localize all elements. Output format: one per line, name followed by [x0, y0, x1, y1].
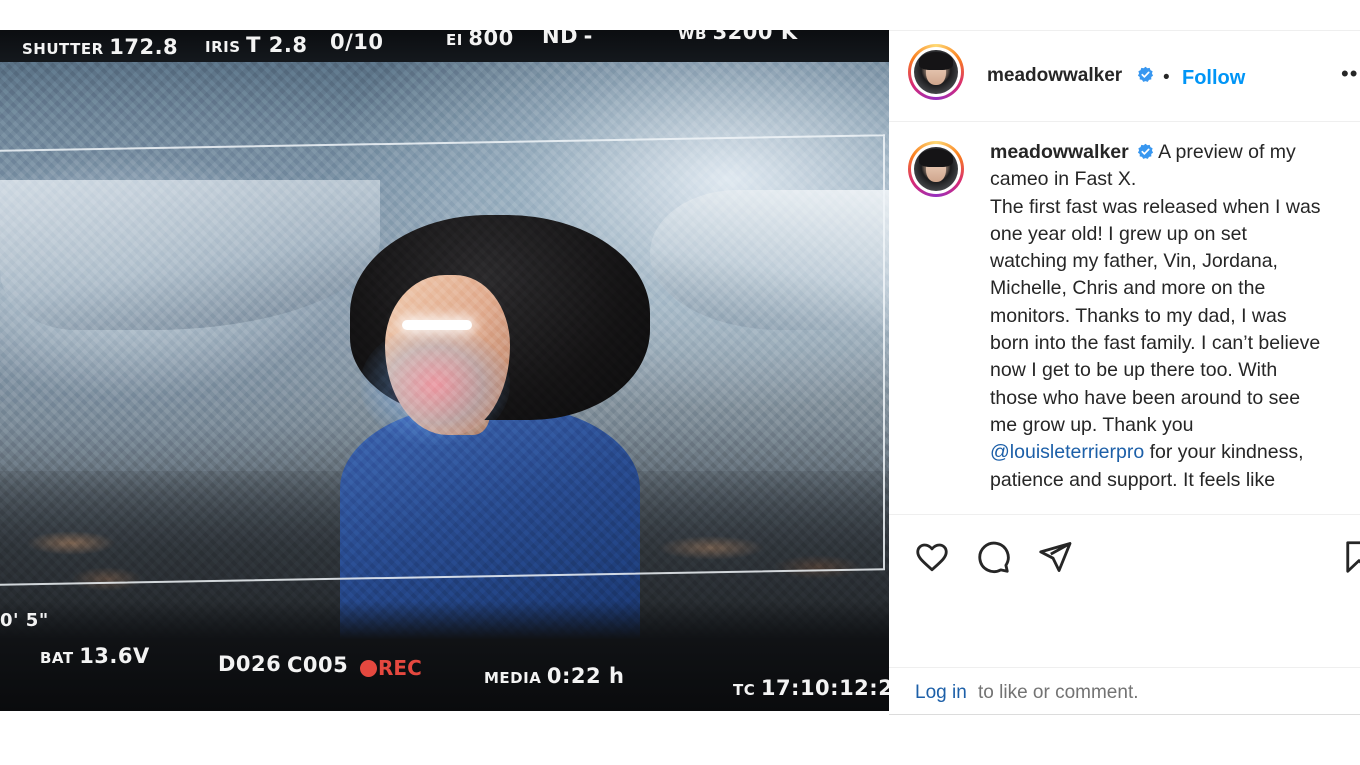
header-username[interactable]: meadowwalker	[987, 65, 1122, 87]
hud-media-value: 0:22 h	[546, 664, 625, 688]
caption-line: one year old! I grew up on set	[990, 222, 1247, 245]
hud-media: MEDIA 0:22 h	[484, 664, 624, 688]
hud-tc-value: 17:10:12:20	[760, 676, 889, 700]
caption-line: meadowwalker A preview of my	[990, 141, 1296, 163]
hud-wb-label: WB	[678, 30, 707, 43]
header-separator: •	[1163, 67, 1170, 88]
hud-iris-value: T 2.8	[246, 33, 308, 57]
hud-reel: D026	[218, 652, 282, 676]
hud-left-fragment: 0' 5"	[0, 610, 49, 631]
caption-line: Michelle, Chris and more on the	[990, 277, 1266, 300]
hud-ei-value: 800	[468, 30, 514, 50]
post-side-panel: meadowwalker • Follow •• meadowwalker A …	[889, 30, 1360, 715]
hud-iris-label: IRIS	[205, 38, 241, 56]
caption-line: born into the fast family. I can’t belie…	[990, 332, 1321, 355]
comment-button[interactable]	[975, 539, 1011, 575]
hud-iris: IRIS T 2.8	[205, 33, 307, 57]
hud-bat-value: 13.6V	[79, 644, 150, 668]
bookmark-icon	[1346, 541, 1360, 573]
hud-media-label: MEDIA	[484, 669, 542, 687]
post-actions-bar	[889, 514, 1360, 595]
caption-line: cameo in Fast X.	[990, 168, 1137, 191]
header-avatar[interactable]	[908, 44, 964, 100]
more-options-icon[interactable]: ••	[1341, 61, 1358, 87]
hud-rec-label: REC	[378, 656, 422, 680]
caption-line: those who have been around to see	[990, 386, 1301, 409]
login-prompt: Log in to like or comment.	[889, 667, 1360, 715]
hud-nd: ND -	[542, 30, 593, 48]
hud-iris-fraction: 0/10	[330, 30, 384, 54]
hud-shutter-label: SHUTTER	[22, 40, 104, 58]
caption-area: meadowwalker A preview of my cameo in Fa…	[889, 122, 1360, 514]
verified-badge-icon	[1138, 143, 1154, 159]
hud-battery: BAT 13.6V	[40, 644, 150, 668]
hud-nd-value: -	[583, 30, 593, 48]
hud-tc-label: TC	[733, 681, 756, 699]
verified-badge-icon	[1137, 66, 1154, 82]
caption-line: The first fast was released when I was	[990, 195, 1321, 218]
caption-line: watching my father, Vin, Jordana,	[990, 250, 1278, 273]
hud-nd-label: ND	[542, 30, 579, 48]
hud-bat-label: BAT	[40, 649, 74, 667]
hud-ei-label: EI	[446, 31, 463, 49]
share-button[interactable]	[1037, 539, 1073, 575]
caption-line: monitors. Thanks to my dad, I was	[990, 304, 1287, 327]
hud-wb: WB 3200 K	[678, 30, 798, 44]
hud-shutter: SHUTTER 172.8	[22, 35, 178, 59]
follow-button[interactable]: Follow	[1182, 67, 1245, 90]
rec-dot-icon	[360, 660, 377, 677]
post-media-image[interactable]: SHUTTER 172.8 IRIS T 2.8 0/10 EI 800 ND …	[0, 30, 889, 711]
hud-timecode: TC 17:10:12:20	[733, 676, 889, 700]
caption-text: meadowwalker A preview of my cameo in Fa…	[990, 139, 1355, 494]
comment-icon	[978, 541, 1010, 574]
login-prompt-text: to like or comment.	[978, 682, 1139, 703]
caption-line: me grow up. Thank you	[990, 413, 1194, 436]
post-header: meadowwalker • Follow ••	[889, 31, 1360, 122]
heart-icon	[916, 543, 948, 572]
hud-rec-indicator: REC	[360, 656, 422, 680]
hud-clip: C005	[287, 653, 349, 677]
hud-shutter-value: 172.8	[109, 35, 179, 59]
caption-avatar[interactable]	[908, 141, 964, 197]
caption-line: now I get to be up there too. With	[990, 359, 1278, 382]
caption-username[interactable]: meadowwalker	[990, 141, 1129, 163]
hud-wb-value: 3200 K	[712, 30, 798, 44]
hud-ei: EI 800	[446, 30, 514, 50]
caption-line: @louisleterrierpro for your kindness,	[990, 441, 1304, 464]
like-button[interactable]	[914, 539, 950, 575]
save-button[interactable]	[1341, 539, 1360, 575]
caption-line: patience and support. It feels like	[990, 468, 1276, 491]
login-link[interactable]: Log in	[915, 682, 967, 704]
share-icon	[1039, 542, 1072, 572]
mention-link[interactable]: @louisleterrierpro	[990, 441, 1144, 463]
